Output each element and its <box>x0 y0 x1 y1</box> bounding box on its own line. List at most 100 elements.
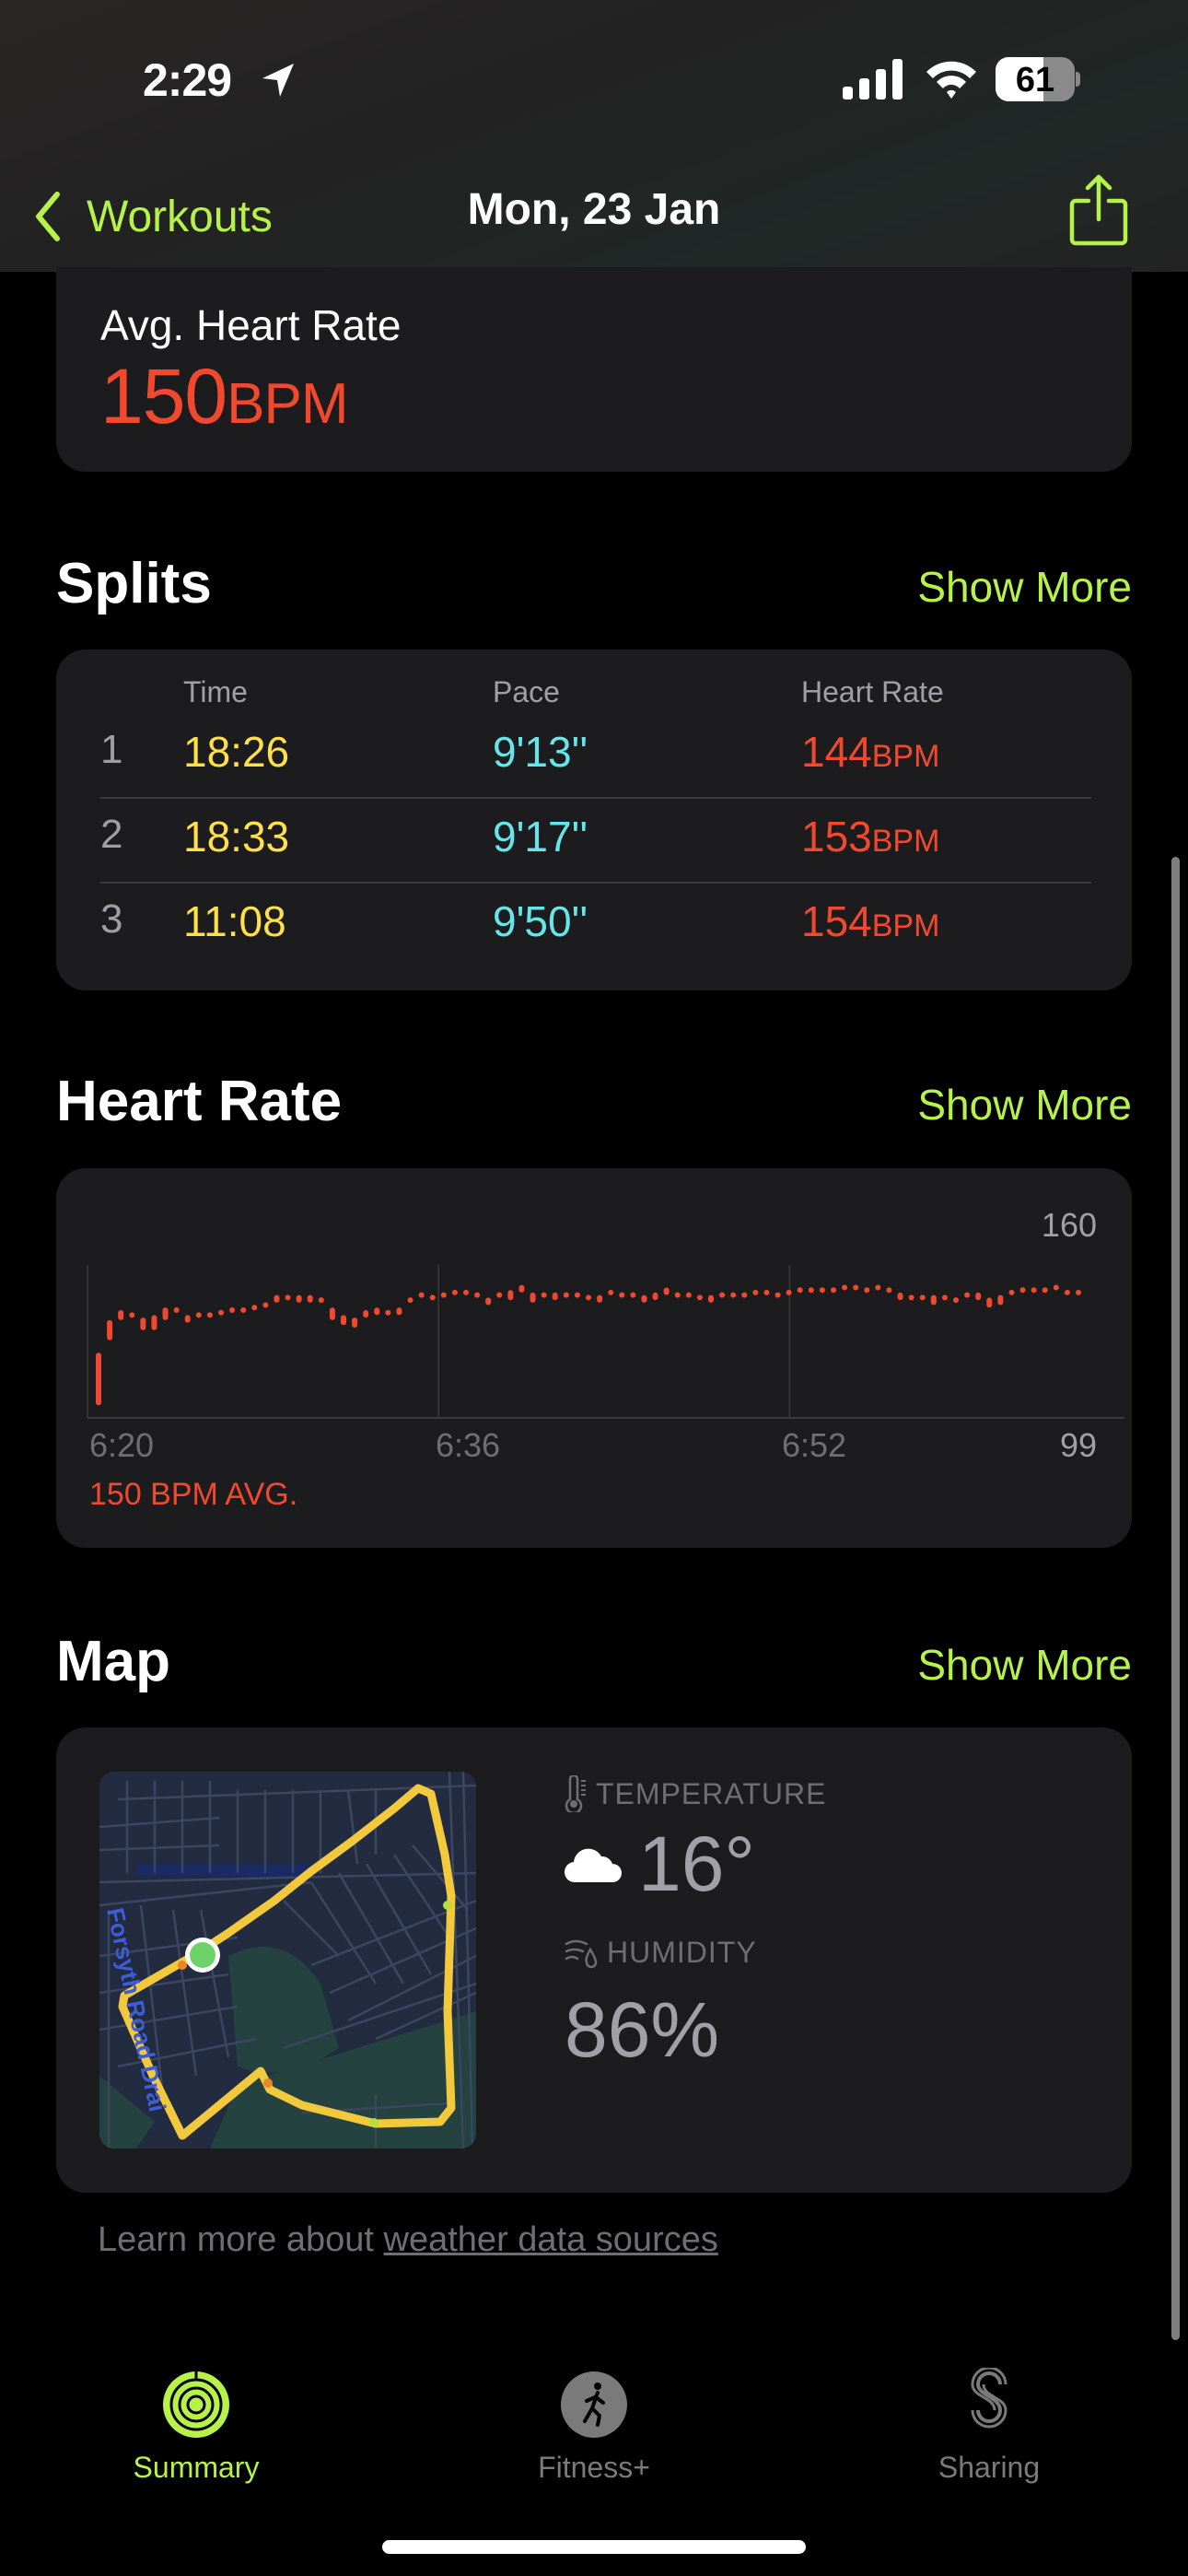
heart-rate-bar <box>630 1292 636 1298</box>
heart-rate-bar <box>385 1309 391 1316</box>
humidity-value: 86% <box>565 1986 720 2073</box>
navigation-bar: Workouts Mon, 23 Jan <box>0 166 1188 272</box>
vertical-scrollbar[interactable] <box>1171 857 1180 2340</box>
heart-rate-bar <box>1019 1287 1026 1294</box>
split-time: 18:33 <box>183 813 290 861</box>
heart-rate-bar <box>541 1292 547 1298</box>
avg-heart-rate-number: 150 <box>100 353 227 439</box>
route-map-graphic: Forsyth Road Drai <box>99 1772 476 2149</box>
tab-summary-label: Summary <box>133 2451 260 2484</box>
heart-rate-bar <box>352 1317 358 1329</box>
heart-rate-bar <box>507 1290 514 1301</box>
splits-header-pace: Pace <box>493 675 560 708</box>
heart-rate-bar <box>195 1312 202 1318</box>
heart-rate-title: Heart Rate <box>56 1070 343 1133</box>
split-row: 3 11:08 9'50'' 154BPM <box>56 880 1132 965</box>
heart-rate-bar <box>474 1292 481 1298</box>
tab-summary[interactable]: Summary <box>76 2368 316 2485</box>
header-background: 2:29 61 Workouts Mon, 23 Jan <box>0 0 1188 272</box>
chart-avg-annotation: 150 BPM AVG. <box>89 1477 297 1512</box>
heart-rate-bar <box>173 1306 180 1313</box>
temperature-label: TEMPERATURE <box>565 1775 826 1812</box>
route-map[interactable]: Forsyth Road Drai <box>99 1772 476 2149</box>
weather-data-sources-link[interactable]: weather data sources <box>384 2220 718 2259</box>
heart-rate-bar <box>708 1294 714 1303</box>
cloud-icon <box>565 1848 622 1882</box>
heart-rate-bar <box>1076 1289 1081 1295</box>
battery-percent: 61 <box>1015 61 1055 100</box>
heart-rate-bar <box>752 1289 759 1295</box>
running-figure-icon <box>561 2371 627 2438</box>
heart-rate-bar <box>496 1292 503 1298</box>
heart-rate-bar <box>674 1292 681 1298</box>
splits-card: Time Pace Heart Rate 1 18:26 9'13'' 144B… <box>56 650 1132 990</box>
heart-rate-bar <box>975 1292 982 1301</box>
heart-rate-bar <box>274 1294 280 1303</box>
heart-rate-bar <box>586 1294 591 1301</box>
heart-rate-bar <box>997 1294 1004 1306</box>
heart-rate-chart-card[interactable]: 160 99 6:20 6:36 6:52 150 BPM AVG. <box>56 1168 1132 1548</box>
map-card: Forsyth Road Drai TEMPERATURE 16° HUMIDI… <box>56 1727 1132 2193</box>
splits-header-heart-rate: Heart Rate <box>801 675 944 708</box>
sharing-icon <box>971 2368 1007 2429</box>
heart-rate-bar <box>1053 1284 1059 1291</box>
heart-rate-bar <box>763 1289 770 1295</box>
heart-rate-bar <box>853 1284 859 1291</box>
map-show-more-link[interactable]: Show More <box>917 1640 1132 1690</box>
heart-rate-bar <box>429 1294 436 1301</box>
heart-rate-bar <box>574 1292 580 1298</box>
heart-rate-bar <box>296 1294 302 1303</box>
heart-rate-bar <box>129 1312 135 1318</box>
heart-rate-bar <box>251 1305 258 1311</box>
temperature-label-text: TEMPERATURE <box>596 1776 827 1810</box>
heart-rate-bar <box>229 1306 236 1313</box>
heart-rate-bar <box>831 1287 836 1294</box>
heart-rate-bar <box>696 1294 703 1301</box>
split-pace: 9'13'' <box>493 728 588 776</box>
heart-rate-bar <box>1042 1287 1048 1294</box>
tab-fitness-plus[interactable]: Fitness+ <box>474 2368 714 2485</box>
split-index: 1 <box>100 727 123 772</box>
back-button-label: Workouts <box>87 192 273 241</box>
split-heart-rate: 153BPM <box>801 813 940 861</box>
tab-fitness-plus-label: Fitness+ <box>538 2451 650 2484</box>
split-time: 11:08 <box>183 897 286 945</box>
share-icon[interactable] <box>1068 173 1129 247</box>
splits-show-more-link[interactable]: Show More <box>917 562 1132 612</box>
heart-rate-bar <box>396 1307 402 1316</box>
heart-rate-bar <box>563 1292 569 1298</box>
humidity-label-text: HUMIDITY <box>607 1936 757 1969</box>
heart-rate-bar <box>719 1292 726 1298</box>
heart-rate-bar <box>107 1319 113 1341</box>
heart-rate-bar <box>908 1294 914 1301</box>
heart-rate-bar <box>953 1297 959 1304</box>
split-heart-rate: 144BPM <box>801 728 940 776</box>
heart-rate-bar <box>897 1292 903 1301</box>
heart-rate-bar <box>597 1294 603 1303</box>
heart-rate-bar <box>363 1309 369 1318</box>
heart-rate-bar <box>218 1309 224 1316</box>
avg-heart-rate-label: Avg. Heart Rate <box>100 301 402 349</box>
split-heart-rate: 154BPM <box>801 897 940 945</box>
home-indicator <box>382 2540 806 2554</box>
heart-rate-bar <box>463 1289 469 1295</box>
tab-sharing[interactable]: Sharing <box>869 2368 1109 2485</box>
heart-rate-bar <box>986 1297 993 1308</box>
temperature-row: 16° <box>565 1820 755 1909</box>
back-button[interactable]: Workouts <box>33 184 273 249</box>
heart-rate-bar <box>485 1297 492 1306</box>
y-axis-max-label: 160 <box>1042 1206 1097 1244</box>
avg-heart-rate-card: Avg. Heart Rate 150BPM <box>56 267 1132 472</box>
heart-rate-show-more-link[interactable]: Show More <box>917 1080 1132 1130</box>
y-axis-min-label: 99 <box>1060 1426 1097 1464</box>
heart-rate-bar <box>842 1284 848 1291</box>
temperature-value: 16° <box>638 1821 756 1907</box>
battery-icon: 61 <box>996 57 1080 101</box>
heart-rate-bar <box>118 1309 124 1320</box>
x-tick-label: 6:36 <box>436 1426 500 1464</box>
heart-rate-bar <box>518 1284 525 1293</box>
heart-rate-bar <box>329 1307 335 1320</box>
heart-rate-bar <box>941 1294 948 1301</box>
heart-rate-bar <box>797 1287 803 1294</box>
split-row: 1 18:26 9'13'' 144BPM <box>56 710 1132 795</box>
